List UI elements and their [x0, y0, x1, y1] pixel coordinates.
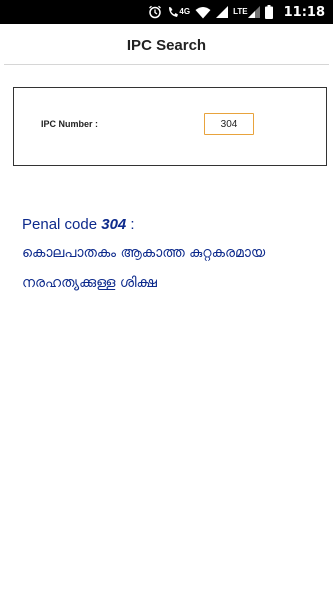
ipc-number-label: IPC Number : — [41, 119, 99, 129]
result-heading: Penal code 304 : — [22, 212, 322, 238]
result-description-line-2: നരഹത്യക്കുള്ള ശിക്ഷ — [22, 275, 157, 291]
alarm-icon — [148, 5, 162, 19]
search-panel: IPC Number : — [13, 87, 327, 166]
status-icons: 4G LTE 11:18 — [148, 0, 325, 24]
header: IPC Search — [0, 24, 333, 66]
ipc-number-input[interactable] — [204, 113, 254, 135]
network-type-label: 4G — [179, 7, 191, 16]
signal-icon — [216, 6, 229, 18]
status-time: 11:18 — [283, 4, 325, 20]
result-panel: Penal code 304 : കൊലപാതകം ആകാത്ത കുറ്റകര… — [22, 212, 322, 298]
status-bar: 4G LTE 11:18 — [0, 0, 333, 24]
page-title: IPC Search — [126, 36, 207, 54]
result-prefix: Penal code — [22, 216, 102, 233]
call-signal-icon: 4G — [167, 5, 190, 19]
lte-signal-icon: LTE — [233, 6, 260, 18]
result-description-line-1: കൊലപാതകം ആകാത്ത കുറ്റകരമായ — [22, 245, 266, 261]
lte-label: LTE — [233, 7, 248, 16]
header-divider — [4, 64, 329, 65]
battery-icon — [264, 5, 273, 19]
result-suffix: : — [126, 216, 135, 233]
wifi-icon — [195, 6, 211, 19]
result-code: 304 — [101, 216, 127, 233]
